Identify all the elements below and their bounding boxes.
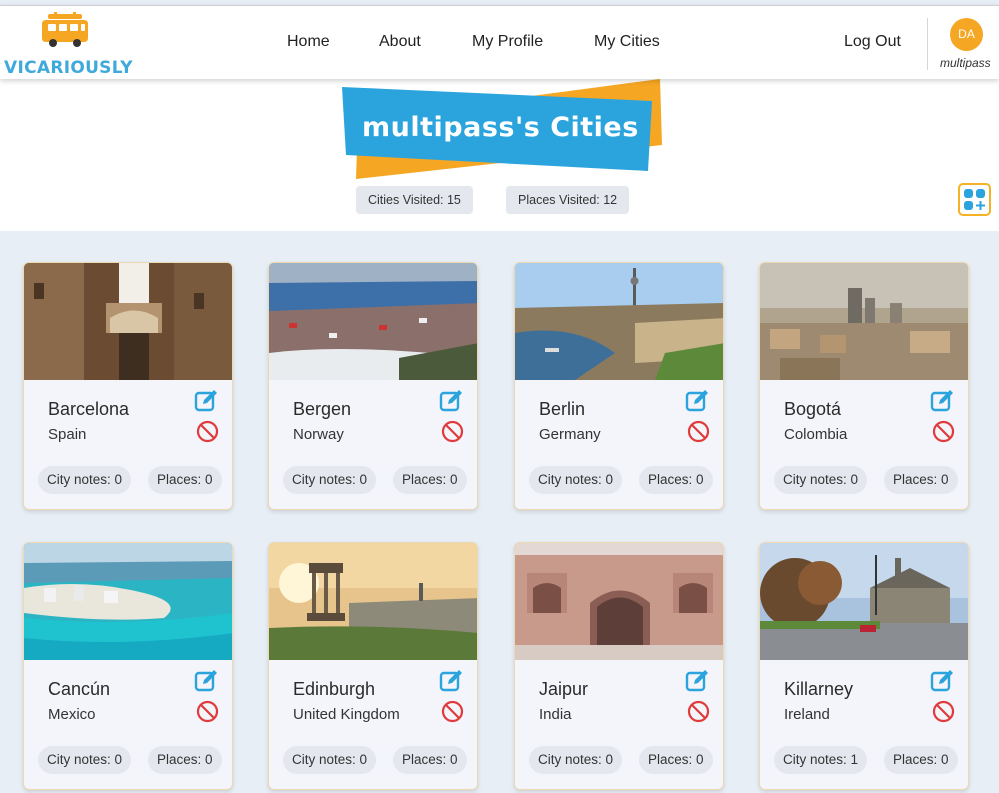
places-count[interactable]: Places: 0 xyxy=(639,746,713,774)
delete-icon[interactable] xyxy=(196,700,219,723)
delete-icon[interactable] xyxy=(687,700,710,723)
edit-icon[interactable] xyxy=(439,667,465,693)
add-grid-icon xyxy=(964,189,985,210)
add-city-button[interactable] xyxy=(958,183,991,216)
city-notes-count[interactable]: City notes: 0 xyxy=(283,746,377,774)
city-name[interactable]: Berlin xyxy=(539,399,585,420)
places-count[interactable]: Places: 0 xyxy=(148,466,222,494)
van-icon xyxy=(42,12,88,47)
edit-icon[interactable] xyxy=(194,667,220,693)
country-name: Colombia xyxy=(784,426,848,443)
nav-about[interactable]: About xyxy=(379,33,421,51)
country-name: Ireland xyxy=(784,706,830,723)
places-count[interactable]: Places: 0 xyxy=(393,746,467,774)
city-card[interactable]: Bergen Norway City notes: 0 Places: 0 xyxy=(268,262,478,510)
city-photo-berlin xyxy=(515,263,723,380)
city-photo-bogota xyxy=(760,263,968,380)
places-count[interactable]: Places: 0 xyxy=(639,466,713,494)
city-photo-barcelona xyxy=(24,263,232,380)
country-name: Germany xyxy=(539,426,601,443)
city-name[interactable]: Bergen xyxy=(293,399,351,420)
brand-logo[interactable]: VICARIOUSLY xyxy=(4,12,133,78)
edit-icon[interactable] xyxy=(685,667,711,693)
country-name: Mexico xyxy=(48,706,96,723)
city-notes-count[interactable]: City notes: 1 xyxy=(774,746,868,774)
cities-visited-badge: Cities Visited: 15 xyxy=(356,186,473,214)
delete-icon[interactable] xyxy=(932,700,955,723)
delete-icon[interactable] xyxy=(932,420,955,443)
city-card[interactable]: Cancún Mexico City notes: 0 Places: 0 xyxy=(23,542,233,790)
country-name: India xyxy=(539,706,572,723)
delete-icon[interactable] xyxy=(441,420,464,443)
city-notes-count[interactable]: City notes: 0 xyxy=(38,746,132,774)
edit-icon[interactable] xyxy=(685,387,711,413)
page-header: multipass's Cities Cities Visited: 15 Pl… xyxy=(0,79,999,231)
country-name: Spain xyxy=(48,426,87,443)
city-card[interactable]: Berlin Germany City notes: 0 Places: 0 xyxy=(514,262,724,510)
city-photo-cancun xyxy=(24,543,232,660)
city-notes-count[interactable]: City notes: 0 xyxy=(774,466,868,494)
country-name: United Kingdom xyxy=(293,706,400,723)
city-photo-bergen xyxy=(269,263,477,380)
logout-link[interactable]: Log Out xyxy=(844,33,901,51)
city-notes-count[interactable]: City notes: 0 xyxy=(529,746,623,774)
delete-icon[interactable] xyxy=(441,700,464,723)
nav-home[interactable]: Home xyxy=(287,33,330,51)
nav-my-profile[interactable]: My Profile xyxy=(472,33,543,51)
page-title: multipass's Cities xyxy=(362,112,639,143)
country-name: Norway xyxy=(293,426,344,443)
places-count[interactable]: Places: 0 xyxy=(884,466,958,494)
delete-icon[interactable] xyxy=(687,420,710,443)
avatar[interactable]: DA xyxy=(950,18,983,51)
city-name[interactable]: Edinburgh xyxy=(293,679,375,700)
city-card[interactable]: Jaipur India City notes: 0 Places: 0 xyxy=(514,542,724,790)
page-title-banner: multipass's Cities xyxy=(340,79,670,189)
edit-icon[interactable] xyxy=(930,667,956,693)
nav-my-cities[interactable]: My Cities xyxy=(594,33,660,51)
city-photo-jaipur xyxy=(515,543,723,660)
city-name[interactable]: Jaipur xyxy=(539,679,588,700)
city-name[interactable]: Bogotá xyxy=(784,399,841,420)
city-notes-count[interactable]: City notes: 0 xyxy=(38,466,132,494)
places-visited-badge: Places Visited: 12 xyxy=(506,186,630,214)
city-card[interactable]: Killarney Ireland City notes: 1 Places: … xyxy=(759,542,969,790)
city-name[interactable]: Killarney xyxy=(784,679,853,700)
city-card[interactable]: Barcelona Spain City notes: 0 Places: 0 xyxy=(23,262,233,510)
city-card[interactable]: Edinburgh United Kingdom City notes: 0 P… xyxy=(268,542,478,790)
edit-icon[interactable] xyxy=(439,387,465,413)
places-count[interactable]: Places: 0 xyxy=(884,746,958,774)
city-photo-killarney xyxy=(760,543,968,660)
city-name[interactable]: Cancún xyxy=(48,679,110,700)
nav-divider xyxy=(927,18,928,70)
edit-icon[interactable] xyxy=(930,387,956,413)
delete-icon[interactable] xyxy=(196,420,219,443)
city-card[interactable]: Bogotá Colombia City notes: 0 Places: 0 xyxy=(759,262,969,510)
username-label: multipass xyxy=(940,56,991,70)
city-name[interactable]: Barcelona xyxy=(48,399,129,420)
city-notes-count[interactable]: City notes: 0 xyxy=(529,466,623,494)
edit-icon[interactable] xyxy=(194,387,220,413)
city-photo-edinburgh xyxy=(269,543,477,660)
navbar: VICARIOUSLY Home About My Profile My Cit… xyxy=(0,5,999,79)
city-notes-count[interactable]: City notes: 0 xyxy=(283,466,377,494)
places-count[interactable]: Places: 0 xyxy=(393,466,467,494)
places-count[interactable]: Places: 0 xyxy=(148,746,222,774)
logo-text: VICARIOUSLY xyxy=(4,58,133,78)
